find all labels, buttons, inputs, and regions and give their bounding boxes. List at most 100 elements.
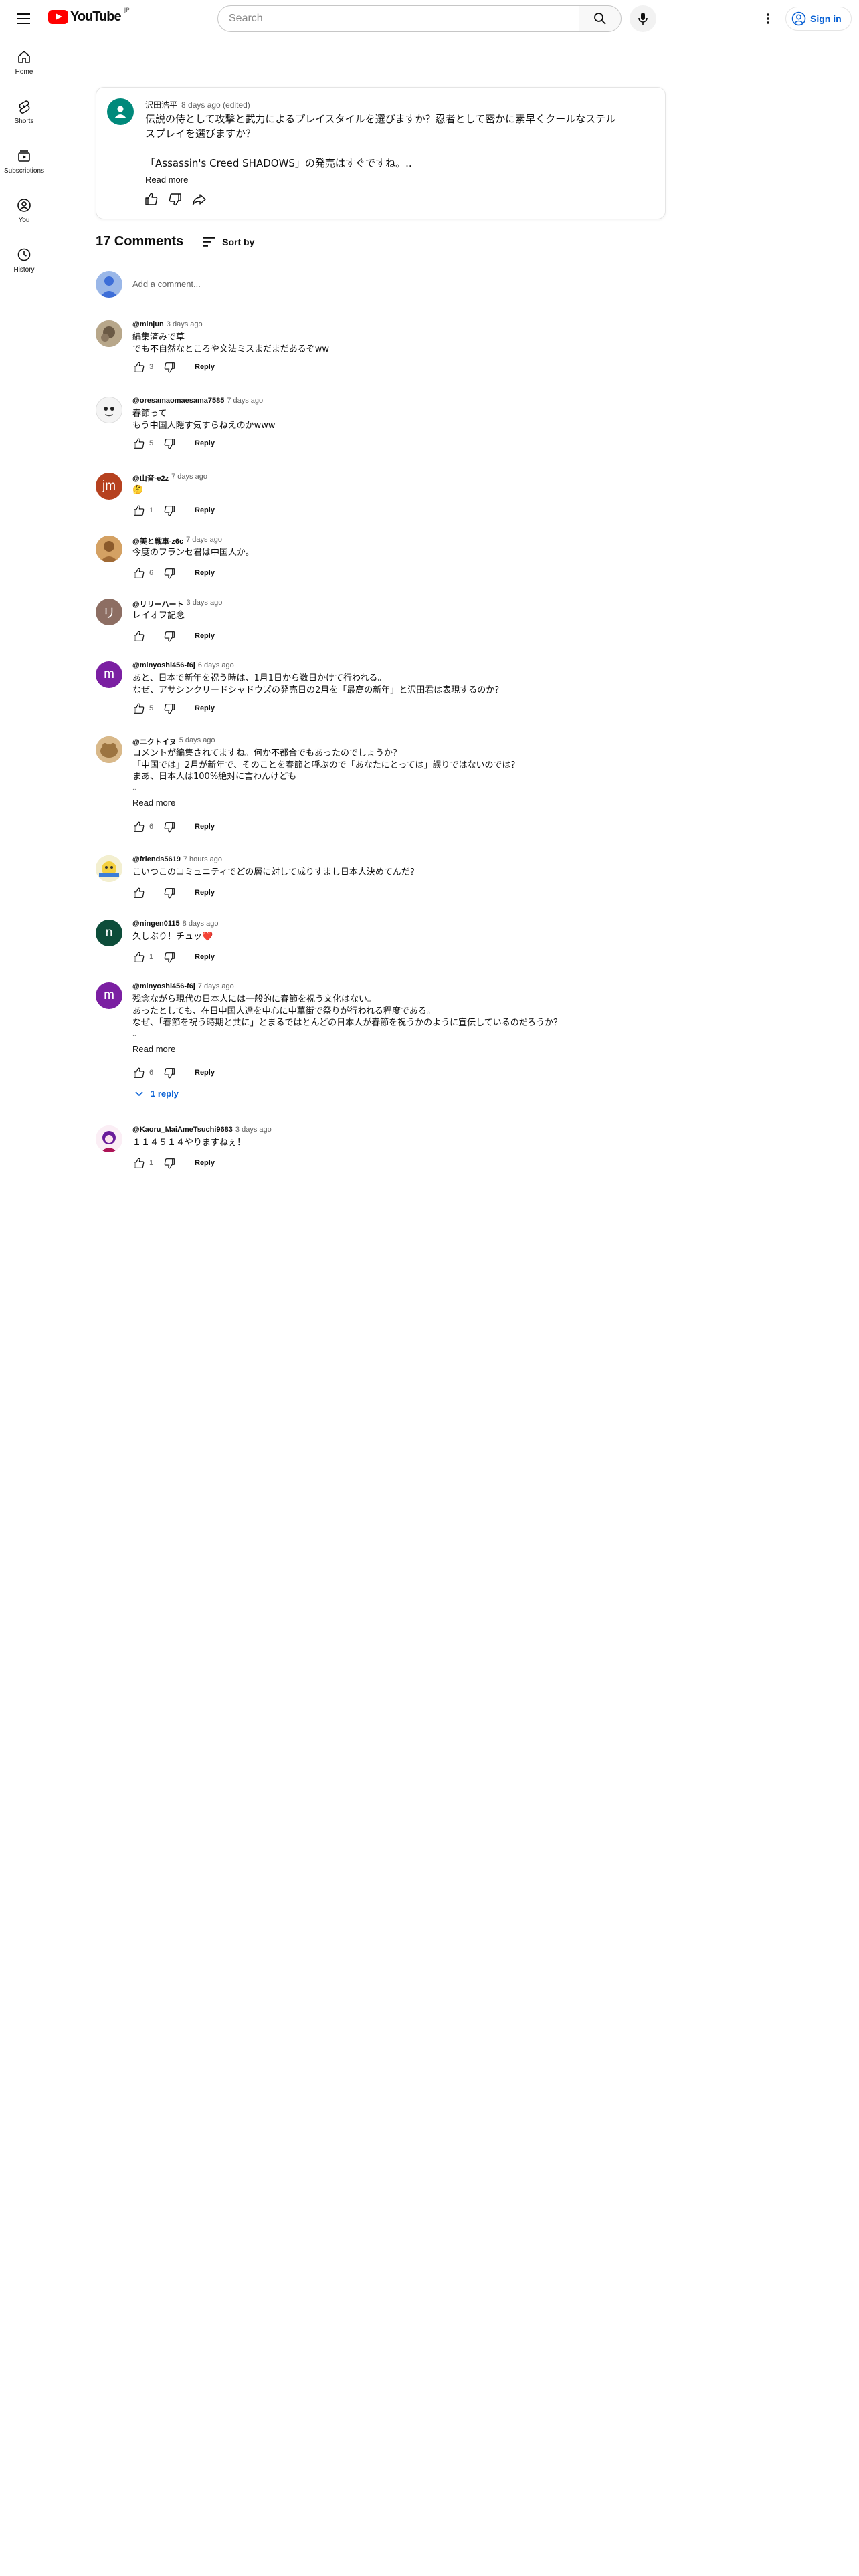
- comment-avatar[interactable]: [96, 536, 122, 562]
- comment-timestamp[interactable]: 7 days ago: [171, 473, 207, 484]
- search-button[interactable]: [579, 5, 622, 32]
- comment-read-more-button[interactable]: Read more: [132, 797, 519, 809]
- comment-avatar[interactable]: [96, 320, 122, 347]
- comment-like-button[interactable]: [129, 817, 148, 836]
- comment-author[interactable]: @Kaoru_MaiAmeTsuchi9683: [132, 1125, 233, 1134]
- comment-avatar[interactable]: [96, 736, 122, 763]
- comment-like-button[interactable]: [129, 358, 148, 377]
- comment-reply-button[interactable]: Reply: [189, 885, 220, 901]
- sort-by-label: Sort by: [222, 236, 255, 247]
- comment-avatar[interactable]: n: [96, 920, 122, 946]
- comment-thread: @oresamaomaesama7585 7 days ago 春節って もう中…: [96, 397, 666, 457]
- comment-timestamp[interactable]: 8 days ago: [183, 920, 219, 928]
- comment-avatar[interactable]: リ: [96, 599, 122, 625]
- post-dislike-button[interactable]: [165, 189, 186, 210]
- sign-in-button[interactable]: Sign in: [785, 7, 852, 31]
- comment-dislike-button[interactable]: [160, 817, 179, 836]
- comment-author[interactable]: @ningen0115: [132, 920, 180, 928]
- search-input[interactable]: Search: [217, 5, 579, 32]
- nav-item-shorts[interactable]: Shorts: [0, 87, 48, 136]
- post-share-button[interactable]: [189, 189, 210, 210]
- sort-by-button[interactable]: Sort by: [203, 237, 254, 247]
- comment-reply-button[interactable]: Reply: [189, 565, 220, 581]
- comment-dislike-button[interactable]: [160, 1154, 179, 1172]
- microphone-icon: [638, 13, 648, 25]
- view-replies-button[interactable]: 1 reply: [129, 1086, 184, 1101]
- comment-like-button[interactable]: [129, 699, 148, 718]
- comment-reply-button[interactable]: Reply: [189, 700, 220, 716]
- comment-author[interactable]: @minjun: [132, 320, 164, 328]
- comment-dislike-button[interactable]: [160, 358, 179, 377]
- comment-reply-button[interactable]: Reply: [189, 949, 220, 965]
- comment-actions: 1 Reply: [129, 1154, 220, 1172]
- comment-dislike-button[interactable]: [160, 1063, 179, 1082]
- comment-like-button[interactable]: [129, 883, 148, 902]
- comment-author[interactable]: @oresamaomaesama7585: [132, 397, 224, 405]
- comment-dislike-button[interactable]: [160, 501, 179, 520]
- comment-like-button[interactable]: [129, 501, 148, 520]
- nav-item-home[interactable]: Home: [0, 37, 48, 87]
- comment-avatar[interactable]: [96, 1125, 122, 1152]
- add-comment-input[interactable]: Add a comment...: [132, 274, 666, 292]
- comment-timestamp[interactable]: 5 days ago: [179, 736, 215, 747]
- comment-like-button[interactable]: [129, 564, 148, 582]
- comment-like-button[interactable]: [129, 1063, 148, 1082]
- guide-menu-button[interactable]: [12, 7, 36, 31]
- comment-reply-button[interactable]: Reply: [189, 628, 220, 644]
- settings-menu-button[interactable]: [756, 7, 780, 31]
- comments-count: 17 Comments: [96, 234, 184, 249]
- comment-avatar[interactable]: jm: [96, 473, 122, 500]
- post-author-avatar[interactable]: [107, 98, 134, 125]
- comment-timestamp[interactable]: 7 days ago: [198, 982, 234, 990]
- comment-like-button[interactable]: [129, 1154, 148, 1172]
- nav-item-history[interactable]: History: [0, 235, 48, 285]
- comment-reply-button[interactable]: Reply: [189, 359, 220, 375]
- comment-timestamp[interactable]: 3 days ago: [187, 599, 223, 609]
- comment-author[interactable]: @minyoshi456-f6j: [132, 982, 195, 990]
- comment-dislike-button[interactable]: [160, 564, 179, 582]
- comment-like-button[interactable]: [129, 948, 148, 966]
- comment-like-button[interactable]: [129, 434, 148, 453]
- comment-author[interactable]: @山音-e2z: [132, 473, 169, 484]
- comment-author[interactable]: @minyoshi456-f6j: [132, 661, 195, 669]
- comment-dislike-button[interactable]: [160, 434, 179, 453]
- comment-reply-button[interactable]: Reply: [189, 1155, 220, 1171]
- post-author-name[interactable]: 沢田浩平: [145, 99, 177, 110]
- comment-dislike-button[interactable]: [160, 948, 179, 966]
- comment-avatar[interactable]: [96, 397, 122, 423]
- nav-item-subscriptions[interactable]: Subscriptions: [0, 136, 48, 186]
- comment-timestamp[interactable]: 7 days ago: [227, 397, 263, 405]
- comment-timestamp[interactable]: 6 days ago: [198, 661, 234, 669]
- comment-timestamp[interactable]: 7 days ago: [186, 536, 222, 546]
- post-like-button[interactable]: [140, 189, 162, 210]
- comment-author[interactable]: @リリーハート: [132, 599, 184, 609]
- comment-author[interactable]: @美と戦車-z6c: [132, 536, 183, 546]
- comment-actions: 6 Reply: [129, 1063, 220, 1082]
- comment-text: １１４５１４やりますねぇ！: [132, 1137, 246, 1149]
- comment-read-more-button[interactable]: Read more: [132, 1043, 562, 1055]
- comment-dislike-button[interactable]: [160, 883, 179, 902]
- comment-reply-button[interactable]: Reply: [189, 435, 220, 451]
- post-timestamp[interactable]: 8 days ago (edited): [181, 100, 250, 110]
- comment-reply-button[interactable]: Reply: [189, 1065, 220, 1081]
- thumb-up-icon: [133, 887, 144, 898]
- post-read-more-button[interactable]: Read more: [145, 175, 188, 185]
- comment-author[interactable]: @ニクトイヌ: [132, 736, 177, 747]
- youtube-logo[interactable]: YouTube JP: [48, 7, 130, 25]
- comment-timestamp[interactable]: 3 days ago: [167, 320, 203, 328]
- comment-reply-button[interactable]: Reply: [189, 502, 220, 518]
- comment-timestamp[interactable]: 3 days ago: [235, 1125, 272, 1134]
- comment-avatar[interactable]: m: [96, 982, 122, 1009]
- comment-author[interactable]: @friends5619: [132, 855, 181, 863]
- comment-dislike-button[interactable]: [160, 627, 179, 645]
- comment-thread: @美と戦車-z6c 7 days ago 今度のフランセ君は中国人か。 6 Re…: [96, 536, 666, 584]
- avatar-photo-icon: [96, 736, 122, 763]
- voice-search-button[interactable]: [630, 5, 656, 32]
- comment-like-button[interactable]: [129, 627, 148, 645]
- comment-timestamp[interactable]: 7 hours ago: [183, 855, 222, 863]
- comment-dislike-button[interactable]: [160, 699, 179, 718]
- comment-avatar[interactable]: [96, 855, 122, 882]
- nav-item-you[interactable]: You: [0, 186, 48, 235]
- comment-reply-button[interactable]: Reply: [189, 819, 220, 835]
- comment-avatar[interactable]: m: [96, 661, 122, 688]
